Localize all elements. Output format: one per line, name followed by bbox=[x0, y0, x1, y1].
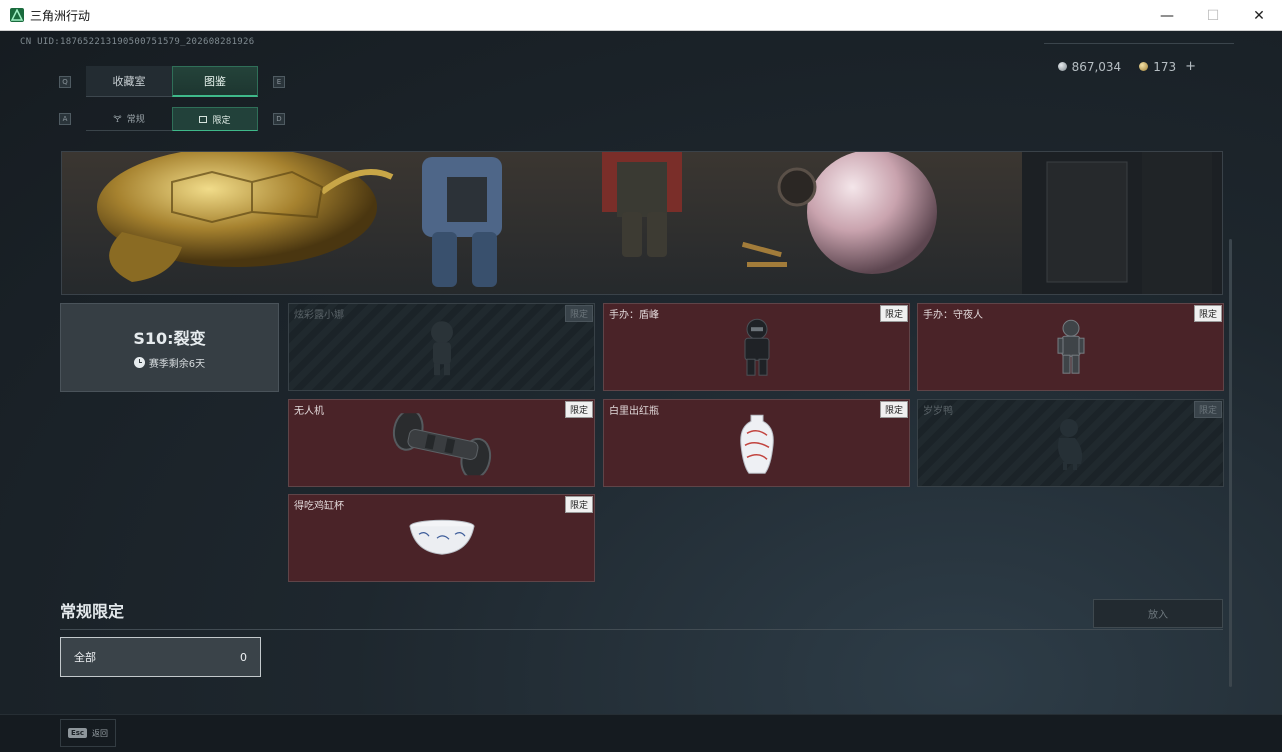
divider bbox=[1044, 43, 1234, 44]
item-name: 炫彩露小娜 bbox=[294, 310, 344, 321]
uid-label: CN UID:18765221319050075157​9_2026082819… bbox=[20, 37, 255, 47]
tab-catalog[interactable]: 图鉴 bbox=[172, 66, 258, 97]
season-banner-image bbox=[61, 151, 1223, 295]
duck-icon bbox=[1053, 416, 1089, 476]
vase-icon bbox=[737, 413, 777, 479]
tab-left-key[interactable]: Q bbox=[59, 76, 71, 88]
scrollbar[interactable] bbox=[1229, 239, 1232, 687]
subtab-regular-label: 常规 bbox=[126, 115, 145, 125]
limited-badge: 限定 bbox=[564, 305, 593, 322]
subtab-limited[interactable]: 限定 bbox=[172, 107, 258, 131]
currency-bar: 867,034 173 + bbox=[1057, 59, 1196, 74]
item-card[interactable]: 白里出红瓶 限定 bbox=[603, 399, 910, 487]
window-titlebar: 三角洲行动 — ☐ ✕ bbox=[0, 0, 1282, 31]
season-card: S10:裂变 赛季剩余6天 bbox=[60, 303, 279, 392]
season-remaining-text: 赛季剩余6天 bbox=[148, 359, 206, 370]
limited-badge: 限定 bbox=[1193, 401, 1222, 418]
add-currency-button[interactable]: + bbox=[1185, 59, 1196, 74]
tab-collection-room[interactable]: 收藏室 bbox=[86, 66, 172, 97]
item-card[interactable]: 手办：盾峰 限定 bbox=[603, 303, 910, 391]
banner-artwork bbox=[62, 152, 1222, 294]
season-title: S10:裂变 bbox=[133, 329, 206, 348]
soldier-figure-icon bbox=[1056, 318, 1086, 382]
subtab-left-key[interactable]: A bbox=[59, 113, 71, 125]
item-name: 得吃鸡缸杯 bbox=[294, 501, 344, 512]
subtab-limited-label: 限定 bbox=[212, 115, 231, 126]
subtab-regular[interactable]: 🝖 常规 bbox=[86, 107, 172, 131]
item-name: 岁岁鸭 bbox=[923, 406, 953, 417]
drone-icon bbox=[386, 409, 498, 480]
filter-count: 0 bbox=[240, 650, 247, 664]
back-button[interactable]: Esc 返回 bbox=[60, 719, 116, 747]
gold-amount: 173 bbox=[1153, 59, 1177, 74]
maximize-button[interactable]: ☐ bbox=[1190, 0, 1236, 31]
divider bbox=[60, 629, 1223, 630]
frame-icon bbox=[199, 115, 208, 123]
item-name: 手办：守夜人 bbox=[923, 310, 983, 321]
game-viewport: CN UID:18765221319050075157​9_2026082819… bbox=[0, 31, 1282, 752]
limited-badge: 限定 bbox=[879, 401, 908, 418]
item-card[interactable]: 无人机 限定 bbox=[288, 399, 595, 487]
close-button[interactable]: ✕ bbox=[1236, 0, 1282, 31]
esc-key-badge: Esc bbox=[67, 728, 88, 738]
season-remaining: 赛季剩余6天 bbox=[133, 355, 206, 370]
put-in-button[interactable]: 放入 bbox=[1093, 599, 1223, 628]
item-card[interactable]: 手办：守夜人 限定 bbox=[917, 303, 1224, 391]
minimize-button[interactable]: — bbox=[1144, 0, 1190, 31]
filter-label: 全部 bbox=[74, 651, 96, 664]
item-card[interactable]: 得吃鸡缸杯 限定 bbox=[288, 494, 595, 582]
item-card[interactable]: 炫彩露小娜 限定 bbox=[288, 303, 595, 391]
app-logo-icon bbox=[10, 8, 24, 22]
item-name: 无人机 bbox=[294, 406, 324, 417]
section-title: 常规限定 bbox=[60, 602, 125, 621]
clock-icon bbox=[133, 357, 145, 368]
silver-coin-icon bbox=[1057, 62, 1067, 71]
silver-amount: 867,034 bbox=[1071, 59, 1122, 74]
limited-badge: 限定 bbox=[879, 305, 908, 322]
footer-bar: Esc 返回 bbox=[0, 714, 1282, 752]
subtab-right-key[interactable]: D bbox=[273, 113, 285, 125]
limited-badge: 限定 bbox=[564, 496, 593, 513]
item-name: 白里出红瓶 bbox=[609, 406, 659, 417]
item-card[interactable]: 岁岁鸭 限定 bbox=[917, 399, 1224, 487]
figure-icon bbox=[422, 318, 462, 382]
filter-all-button[interactable]: 全部 0 bbox=[60, 637, 261, 677]
back-label: 返回 bbox=[92, 728, 109, 738]
gold-coin-icon bbox=[1139, 62, 1149, 71]
window-title: 三角洲行动 bbox=[30, 8, 91, 23]
limited-badge: 限定 bbox=[1193, 305, 1222, 322]
item-name: 手办：盾峰 bbox=[609, 310, 659, 321]
limited-badge: 限定 bbox=[564, 401, 593, 418]
gold-currency: 173 + bbox=[1139, 59, 1196, 74]
silver-currency: 867,034 bbox=[1057, 59, 1122, 74]
bottle-icon: 🝖 bbox=[113, 114, 122, 125]
armored-figure-icon bbox=[740, 318, 774, 382]
tab-right-key[interactable]: E bbox=[273, 76, 285, 88]
bowl-icon bbox=[407, 518, 477, 562]
